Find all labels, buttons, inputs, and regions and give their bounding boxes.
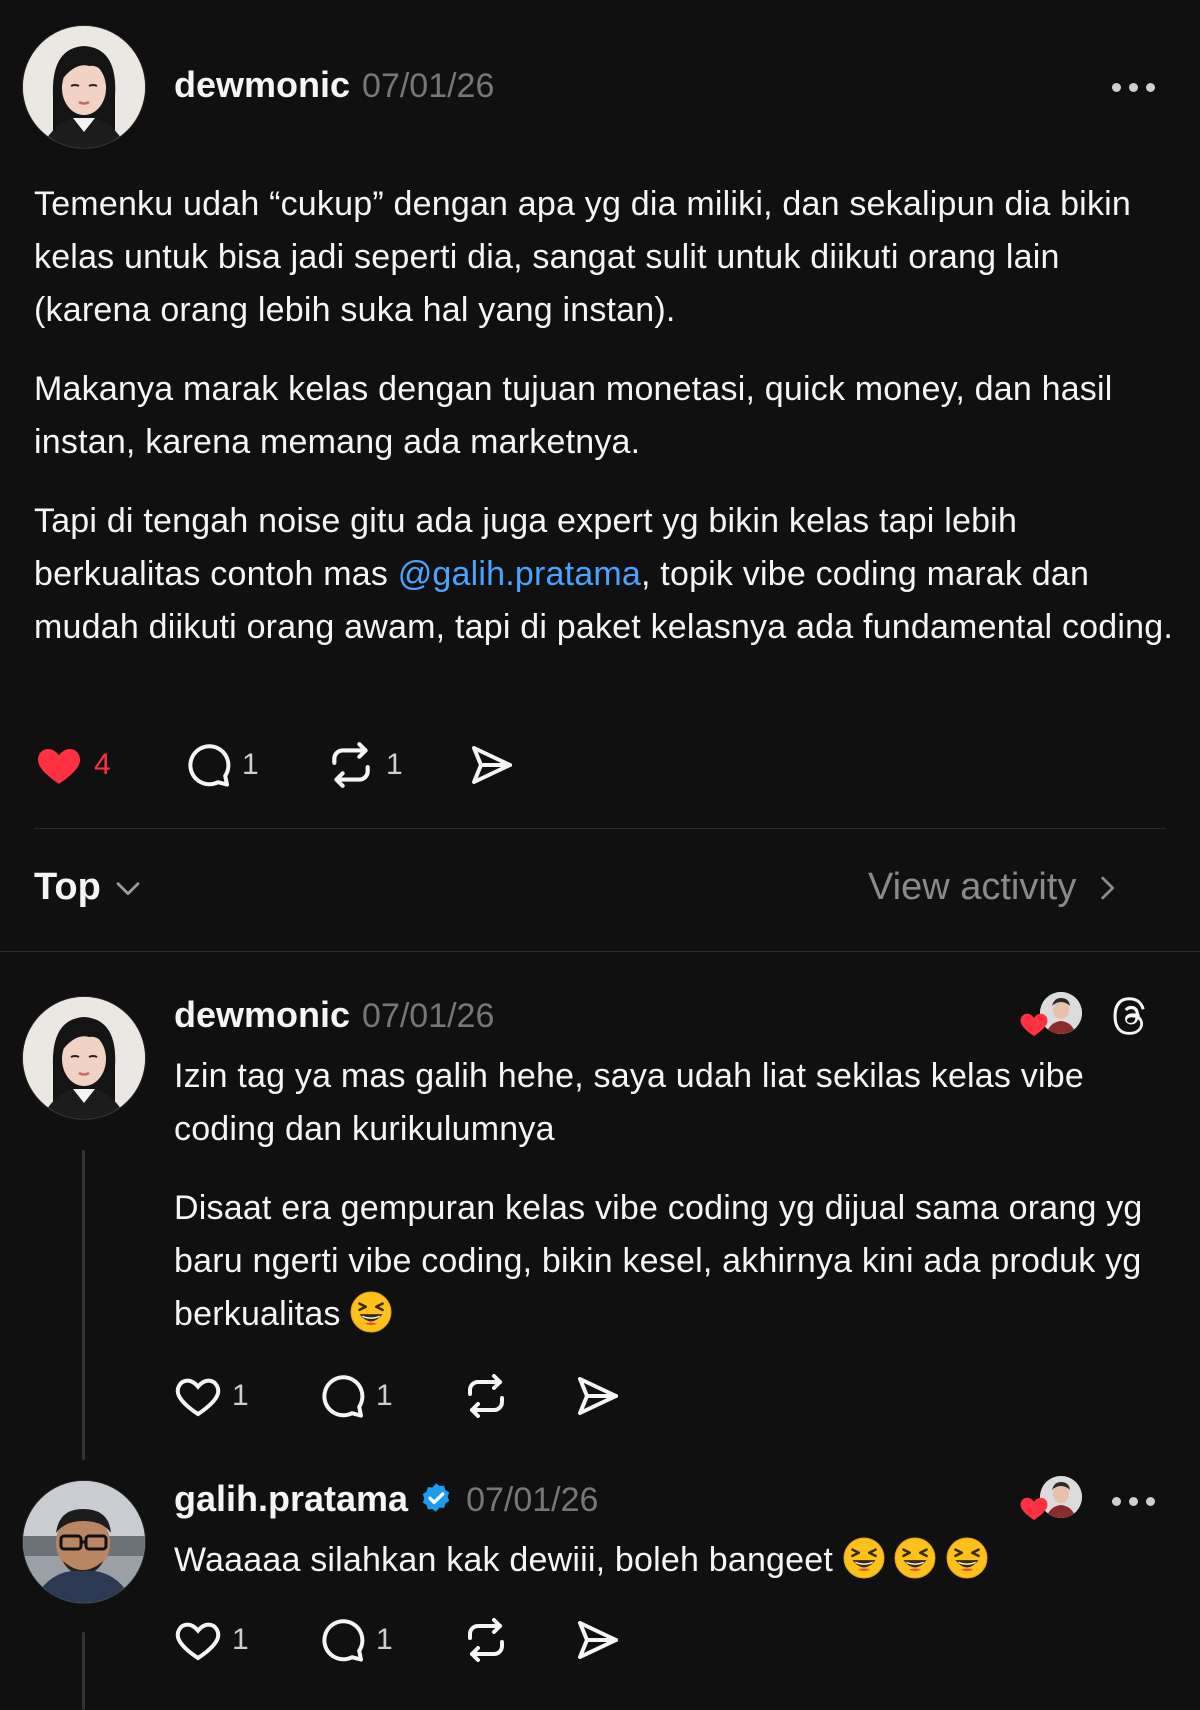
share-icon xyxy=(574,1372,622,1420)
reply-paragraph: Disaat era gempuran kelas vibe coding yg… xyxy=(174,1182,1174,1341)
like-button[interactable]: 1 xyxy=(174,1616,318,1664)
reply-header: galih.pratama 07/01/26 xyxy=(174,1478,598,1520)
grinning-squint-emoji xyxy=(946,1537,988,1579)
reply-count: 1 xyxy=(242,748,259,781)
avatar-image xyxy=(23,26,145,148)
reply-button[interactable]: 1 xyxy=(318,1616,462,1664)
avatar[interactable] xyxy=(22,25,146,149)
post-actions: 4 1 1 xyxy=(34,740,516,790)
comment-icon xyxy=(184,741,232,789)
reply-body: Waaaaa silahkan kak dewiii, boleh bangee… xyxy=(174,1534,1174,1587)
reply-count: 1 xyxy=(376,1623,393,1656)
reply-body: Izin tag ya mas galih hehe, saya udah li… xyxy=(174,1050,1174,1341)
heart-icon xyxy=(174,1616,222,1664)
repost-button[interactable] xyxy=(462,1616,574,1664)
like-button[interactable]: 4 xyxy=(34,740,184,790)
like-count: 1 xyxy=(232,1379,249,1412)
reply-paragraph: Waaaaa silahkan kak dewiii, boleh bangee… xyxy=(174,1534,1174,1587)
grinning-squint-emoji xyxy=(843,1537,885,1579)
avatar[interactable] xyxy=(22,1480,146,1604)
like-count: 1 xyxy=(232,1623,249,1656)
like-count: 4 xyxy=(94,748,111,781)
mention-link[interactable]: @galih.pratama xyxy=(398,555,641,593)
liked-by-author xyxy=(1018,1476,1088,1524)
chevron-down-icon xyxy=(116,881,140,895)
share-icon xyxy=(468,741,516,789)
repost-icon xyxy=(462,1616,510,1664)
verified-badge-icon xyxy=(422,1483,450,1512)
reply-header: dewmonic 07/01/26 xyxy=(174,994,494,1036)
more-icon[interactable] xyxy=(1112,83,1155,92)
heart-icon xyxy=(34,740,84,790)
avatar-image xyxy=(23,1481,145,1603)
reply-paragraph-text: Disaat era gempuran kelas vibe coding yg… xyxy=(174,1189,1143,1333)
repost-icon xyxy=(462,1372,510,1420)
grinning-squint-emoji xyxy=(894,1537,936,1579)
like-button[interactable]: 1 xyxy=(174,1372,318,1420)
author-name[interactable]: dewmonic xyxy=(174,64,350,106)
view-activity-link[interactable]: View activity xyxy=(868,866,1124,909)
reply-button[interactable]: 1 xyxy=(318,1372,462,1420)
thread-line xyxy=(82,1150,85,1460)
author-name[interactable]: dewmonic xyxy=(174,994,350,1036)
share-icon xyxy=(574,1616,622,1664)
liked-by-author xyxy=(1018,992,1088,1040)
repost-button[interactable] xyxy=(462,1372,574,1420)
repost-icon xyxy=(326,740,376,790)
threads-logo-icon[interactable] xyxy=(1108,993,1154,1039)
view-activity-label: View activity xyxy=(868,866,1077,908)
repost-count: 1 xyxy=(386,748,403,781)
sort-label: Top xyxy=(34,866,101,908)
post-paragraph: Temenku udah “cukup” dengan apa yg dia m… xyxy=(34,185,1132,329)
reply-paragraph-text: Waaaaa silahkan kak dewiii, boleh bangee… xyxy=(174,1541,834,1579)
reply-date: 07/01/26 xyxy=(362,997,495,1035)
share-button[interactable] xyxy=(574,1372,622,1420)
sort-dropdown[interactable]: Top xyxy=(34,866,145,909)
section-divider xyxy=(0,951,1200,952)
reply-button[interactable]: 1 xyxy=(184,741,326,789)
share-button[interactable] xyxy=(468,741,516,789)
comment-icon xyxy=(318,1372,366,1420)
divider xyxy=(34,828,1166,829)
grinning-squint-emoji xyxy=(350,1291,392,1333)
post-paragraph: Makanya marak kelas dengan tujuan moneta… xyxy=(34,370,1113,461)
post-paragraph: Tapi di tengah noise gitu ada juga exper… xyxy=(34,495,1174,654)
post-body: Temenku udah “cukup” dengan apa yg dia m… xyxy=(34,178,1174,654)
repost-button[interactable]: 1 xyxy=(326,740,468,790)
heart-icon xyxy=(1018,1008,1050,1040)
reply-actions: 1 1 xyxy=(174,1616,622,1664)
reply-paragraph: Izin tag ya mas galih hehe, saya udah li… xyxy=(174,1057,1084,1148)
post-date: 07/01/26 xyxy=(362,67,495,105)
reply-count: 1 xyxy=(376,1379,393,1412)
comment-icon xyxy=(318,1616,366,1664)
heart-icon xyxy=(174,1372,222,1420)
more-icon[interactable] xyxy=(1112,1497,1155,1506)
thread-line xyxy=(82,1632,85,1710)
reply-date: 07/01/26 xyxy=(466,1481,599,1519)
reply-actions: 1 1 xyxy=(174,1372,622,1420)
chevron-right-icon xyxy=(1101,876,1115,899)
avatar[interactable] xyxy=(22,996,146,1120)
avatar-image xyxy=(23,997,145,1119)
author-name[interactable]: galih.pratama xyxy=(174,1478,408,1520)
post-header: dewmonic 07/01/26 xyxy=(174,64,494,106)
heart-icon xyxy=(1018,1492,1050,1524)
share-button[interactable] xyxy=(574,1616,622,1664)
